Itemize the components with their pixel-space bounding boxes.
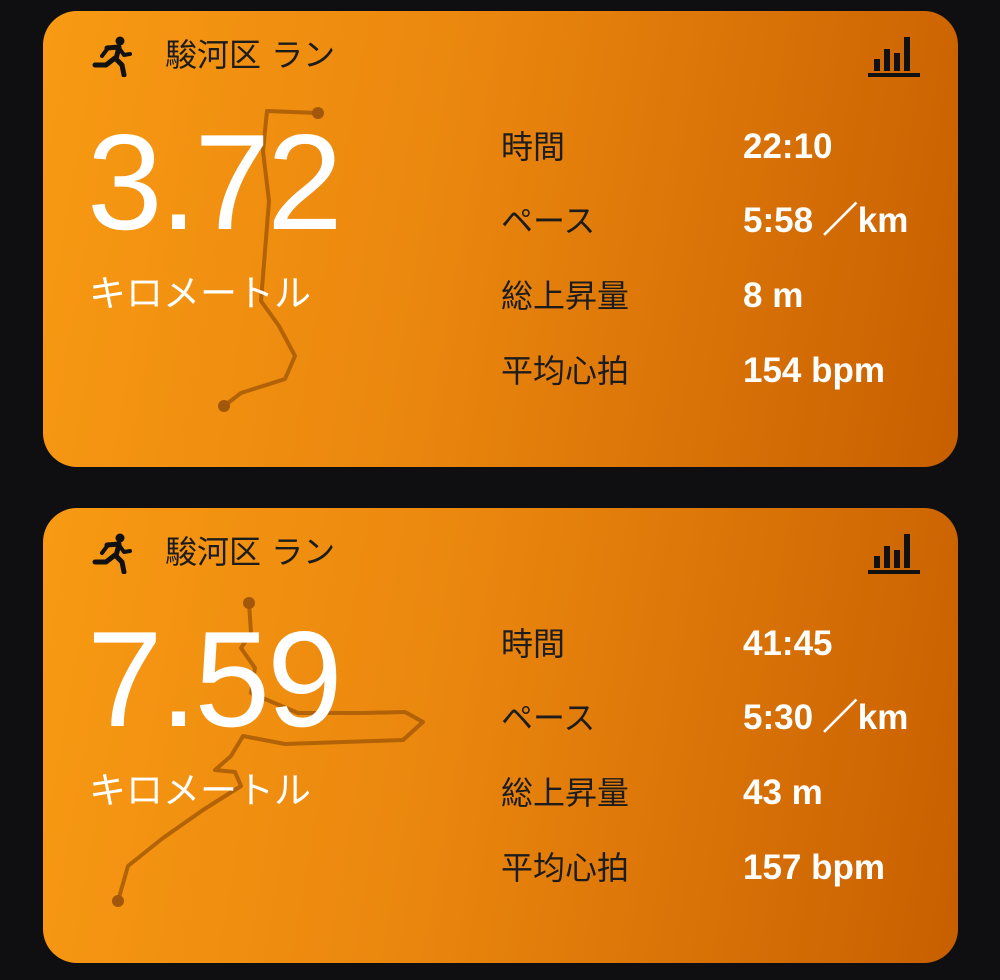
stat-value-heart-rate: 154 bpm xyxy=(743,351,885,390)
distance-value: 7.59 xyxy=(87,603,343,755)
stat-label-elevation: 総上昇量 xyxy=(501,277,630,315)
stat-value-heart-rate: 157 bpm xyxy=(743,848,885,887)
workout-title: 駿河区 ラン xyxy=(165,36,336,74)
stat-value-pace: 5:58 ／km xyxy=(743,201,909,240)
distance-unit: キロメートル xyxy=(89,769,311,812)
running-person-icon xyxy=(91,35,133,78)
stat-value-pace: 5:30 ／km xyxy=(743,698,909,737)
stat-value-elevation: 43 m xyxy=(743,773,823,812)
workout-card[interactable]: 駿河区 ラン 7.59 キロメートル 時間 41:45 ペース 5:30 ／km… xyxy=(43,508,958,963)
stat-label-time: 時間 xyxy=(501,625,566,663)
stat-value-time: 22:10 xyxy=(743,127,833,166)
stat-value-time: 41:45 xyxy=(743,624,833,663)
workout-title: 駿河区 ラン xyxy=(165,533,336,571)
stat-label-time: 時間 xyxy=(501,128,566,166)
running-person-icon xyxy=(91,532,133,575)
workout-card[interactable]: 駿河区 ラン 3.72 キロメートル 時間 22:10 ペース 5:58 ／km… xyxy=(43,11,958,467)
stat-label-pace: ペース xyxy=(501,699,596,737)
stat-label-pace: ペース xyxy=(501,202,596,240)
stat-label-elevation: 総上昇量 xyxy=(501,774,630,812)
stat-label-heart-rate: 平均心拍 xyxy=(501,352,630,390)
bar-chart-icon[interactable] xyxy=(866,530,922,576)
stat-value-elevation: 8 m xyxy=(743,276,804,315)
distance-unit: キロメートル xyxy=(89,272,311,315)
distance-value: 3.72 xyxy=(87,106,343,258)
stat-label-heart-rate: 平均心拍 xyxy=(501,849,630,887)
bar-chart-icon[interactable] xyxy=(866,33,922,79)
